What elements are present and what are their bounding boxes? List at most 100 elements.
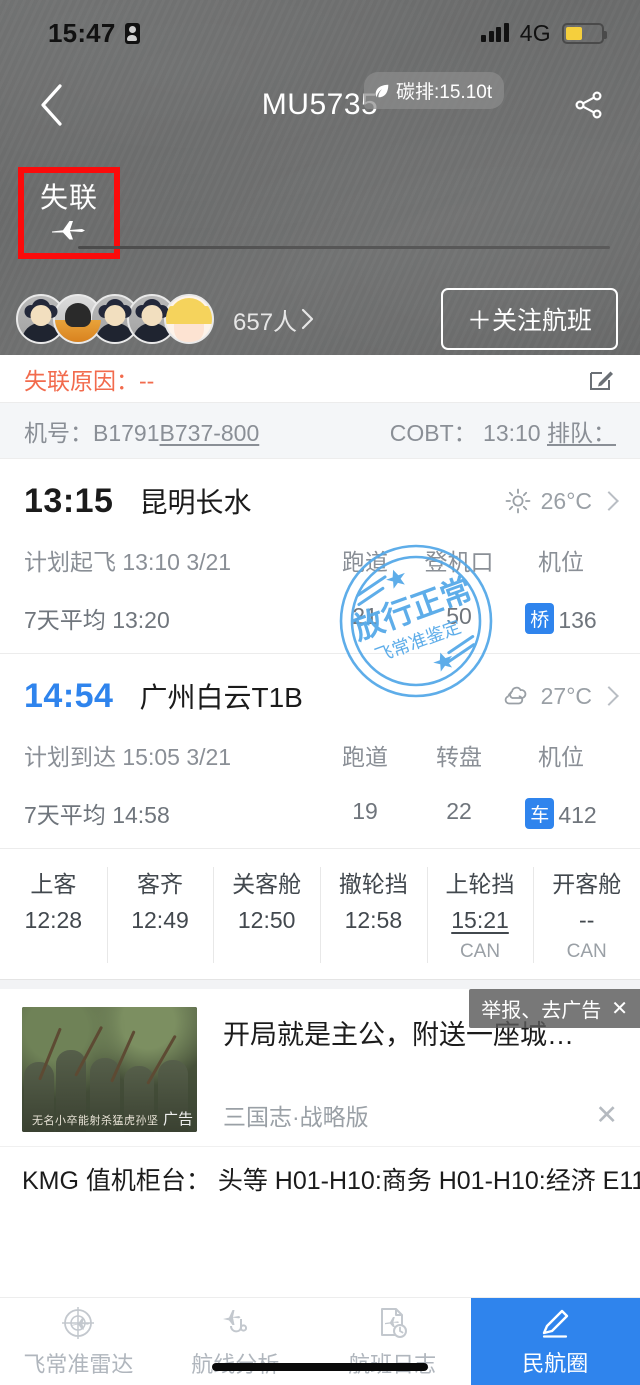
milestone-label: 开客舱 bbox=[552, 871, 622, 897]
milestone-value: 12:58 bbox=[344, 907, 403, 933]
home-indicator bbox=[212, 1363, 428, 1371]
arrival-time: 14:54 bbox=[24, 676, 114, 715]
page-title: MU5735 bbox=[261, 88, 379, 121]
departure-average-row: 7天平均 13:20 21 50 桥 136 bbox=[24, 601, 616, 635]
lost-contact-reason-label: 失联原因：-- bbox=[24, 367, 155, 394]
column-value-stand: 车 412 bbox=[506, 797, 616, 829]
departure-weather[interactable]: 26°C bbox=[505, 487, 619, 515]
arrival-header: 14:54 广州白云T1B 27°C bbox=[24, 676, 619, 716]
arrival-temperature: 27°C bbox=[540, 682, 592, 709]
follow-flight-label: ＋关注航班 bbox=[466, 307, 592, 335]
airplane-icon bbox=[52, 221, 85, 240]
stand-type-tag: 桥 bbox=[525, 602, 555, 634]
carbon-emission-badge[interactable]: 碳排:15.10t bbox=[364, 72, 505, 109]
share-button[interactable] bbox=[566, 82, 612, 128]
tab-label: 民航圈 bbox=[522, 1350, 589, 1376]
flight-progress: 失联 bbox=[0, 162, 640, 272]
milestone-value: 12:28 bbox=[24, 907, 83, 933]
column-value: 21 bbox=[352, 602, 378, 629]
tab-radar[interactable]: 飞常准雷达 bbox=[0, 1298, 157, 1385]
milestone-value: 15:21 bbox=[451, 907, 509, 933]
nav-title-wrap: MU5735 碳排:15.10t bbox=[74, 72, 566, 122]
milestone-sub: CAN bbox=[459, 941, 501, 962]
tab-aviation-circle[interactable]: 民航圈 bbox=[470, 1298, 640, 1385]
followers-row: 657人 ＋关注航班 bbox=[0, 288, 640, 350]
arrival-column-headers: 跑道 转盘 机位 bbox=[318, 738, 616, 772]
segments-wrapper: 放行正常 飞常准鉴定 13:15 昆明长水 26°C 计划起飞 13:10 3/… bbox=[0, 459, 640, 848]
milestone-item[interactable]: 开客舱 -- CAN bbox=[533, 861, 640, 969]
departure-temperature: 26°C bbox=[540, 487, 592, 514]
aircraft-info-bar: 机号：B1791B737-800 COBT： 13:10 排队： bbox=[0, 403, 640, 459]
arrival-average: 7天平均 14:58 bbox=[24, 802, 170, 828]
column-header: 转盘 bbox=[436, 744, 482, 770]
status-bar-right: 4G bbox=[481, 20, 607, 47]
departure-planned-row: 计划起飞 13:10 3/21 跑道 登机口 机位 bbox=[24, 543, 616, 577]
stand-number: 136 bbox=[558, 606, 597, 633]
ad-report-bar[interactable]: 举报、去广告 ✕ bbox=[469, 989, 640, 1028]
column-header: 机位 bbox=[538, 549, 584, 575]
milestone-value: -- bbox=[579, 907, 595, 933]
milestone-sub: CAN bbox=[566, 941, 607, 962]
departure-column-values: 21 50 桥 136 bbox=[318, 602, 616, 634]
edit-reason-button[interactable] bbox=[586, 364, 616, 394]
column-header: 登机口 bbox=[424, 549, 494, 575]
departure-time: 13:15 bbox=[24, 481, 114, 520]
flight-progress-track bbox=[78, 246, 610, 249]
ad-close-button[interactable]: ✕ bbox=[595, 1101, 618, 1129]
tab-route-analysis[interactable]: 航线分析 bbox=[157, 1298, 314, 1385]
nav-bar: MU5735 碳排:15.10t bbox=[0, 66, 640, 144]
departure-average: 7天平均 13:20 bbox=[24, 607, 170, 633]
arrival-average-row: 7天平均 14:58 19 22 车 412 bbox=[24, 796, 616, 830]
ad-report-label: 举报、去广告 bbox=[481, 1000, 602, 1022]
column-value: 50 bbox=[446, 602, 472, 629]
followers-count-label: 657人 bbox=[233, 308, 298, 336]
column-header: 机位 bbox=[538, 744, 584, 770]
arrival-airport: 广州白云T1B bbox=[139, 682, 303, 713]
milestone-label: 撤轮挡 bbox=[338, 871, 408, 897]
aircraft-info[interactable]: 机号：B1791B737-800 bbox=[24, 414, 259, 448]
column-value: 19 bbox=[352, 797, 378, 824]
advertisement-section: 无名小卒能射杀猛虎孙坚 广告 开局就是主公，附送一座城… 三国志·战略版 ✕ 举… bbox=[0, 980, 640, 1146]
tab-label: 飞常准雷达 bbox=[23, 1351, 134, 1377]
arrival-planned-row: 计划到达 15:05 3/21 跑道 转盘 机位 bbox=[24, 738, 616, 772]
milestone-item[interactable]: 客齐 12:49 bbox=[106, 861, 214, 969]
tab-flight-log[interactable]: 航班日志 bbox=[314, 1298, 471, 1385]
column-value-stand: 桥 136 bbox=[506, 602, 616, 634]
arrival-weather[interactable]: 27°C bbox=[503, 682, 619, 710]
close-icon[interactable]: ✕ bbox=[611, 996, 628, 1021]
column-header: 跑道 bbox=[342, 549, 388, 575]
cloud-icon bbox=[504, 686, 526, 705]
arrival-segment[interactable]: 14:54 广州白云T1B 27°C 计划到达 15:05 3/21 跑道 转盘… bbox=[0, 653, 640, 848]
bottom-tab-bar: 飞常准雷达 航线分析 航班日志 民航圈 bbox=[0, 1297, 640, 1385]
cobt-info[interactable]: COBT： 13:10 排队： bbox=[390, 414, 616, 448]
lost-contact-reason-row: 失联原因：-- bbox=[0, 355, 640, 403]
flight-log-icon bbox=[381, 1307, 408, 1338]
flight-hero: 15:47 4G MU5735 碳排:15.10t 失联 657人 ＋关注航班 bbox=[0, 0, 640, 355]
milestone-item[interactable]: 撤轮挡 12:58 bbox=[320, 861, 427, 969]
leaf-icon bbox=[375, 84, 389, 97]
milestone-item[interactable]: 关客舱 12:50 bbox=[213, 861, 320, 969]
advertisement[interactable]: 无名小卒能射杀猛虎孙坚 广告 开局就是主公，附送一座城… 三国志·战略版 ✕ 举… bbox=[0, 989, 640, 1146]
radar-icon bbox=[62, 1306, 95, 1339]
route-analysis-icon bbox=[223, 1309, 248, 1332]
stand-type-tag: 车 bbox=[525, 797, 555, 829]
follow-flight-button[interactable]: ＋关注航班 bbox=[440, 288, 618, 350]
back-button[interactable] bbox=[28, 82, 74, 128]
chevron-right-icon bbox=[301, 308, 314, 330]
signal-strength-icon bbox=[481, 23, 509, 42]
departure-column-headers: 跑道 登机口 机位 bbox=[318, 543, 616, 577]
departure-planned: 计划起飞 13:10 3/21 bbox=[24, 549, 232, 575]
status-time: 15:47 bbox=[48, 17, 116, 48]
ad-footer: 三国志·战略版 ✕ bbox=[223, 1098, 618, 1132]
departure-airport: 昆明长水 bbox=[139, 487, 252, 518]
flight-status-label: 失联 bbox=[39, 182, 98, 213]
departure-segment[interactable]: 13:15 昆明长水 26°C 计划起飞 13:10 3/21 跑道 登机口 机… bbox=[0, 459, 640, 653]
milestone-value: 12:49 bbox=[131, 907, 189, 933]
ad-image-caption: 无名小卒能射杀猛虎孙坚 bbox=[32, 1115, 159, 1127]
milestone-item[interactable]: 上轮挡 15:21 CAN bbox=[426, 861, 534, 969]
battery-icon bbox=[562, 22, 607, 44]
milestone-item[interactable]: 上客 12:28 bbox=[0, 861, 107, 969]
follower-avatars[interactable] bbox=[16, 294, 214, 344]
ad-image[interactable]: 无名小卒能射杀猛虎孙坚 广告 bbox=[22, 1007, 197, 1132]
followers-count[interactable]: 657人 bbox=[233, 302, 314, 337]
